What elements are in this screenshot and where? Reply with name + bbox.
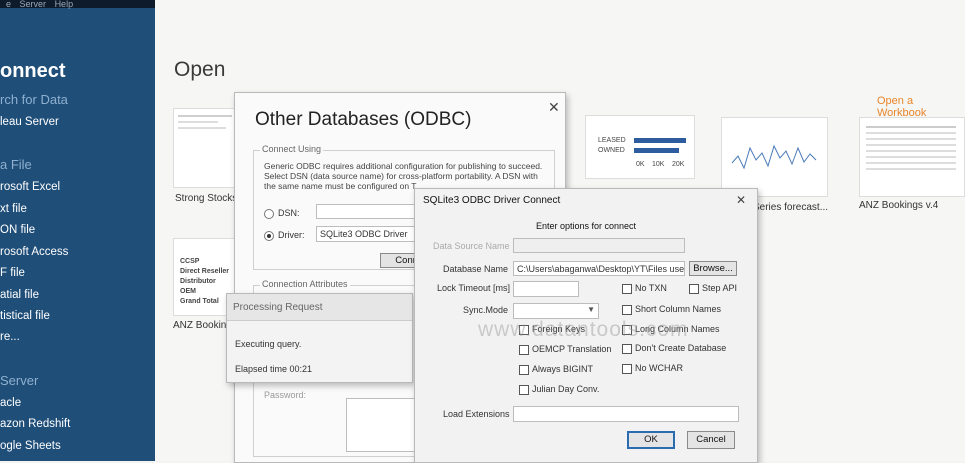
step-api-checkbox[interactable] — [689, 284, 699, 294]
anz-row: Grand Total — [180, 298, 219, 305]
dont-create-database-checkbox[interactable] — [622, 344, 632, 354]
sidebar-item-excel[interactable]: rosoft Excel — [0, 181, 60, 193]
thumbnail-label: ANZ Bookin — [173, 320, 227, 331]
bar-tick: 0K — [636, 161, 645, 168]
bar-label-owned: OWNED — [598, 147, 625, 154]
bar-leased — [634, 138, 686, 143]
dsn-label: DSN: — [278, 208, 300, 218]
julian-day-conv-checkbox[interactable] — [519, 385, 529, 395]
elapsed-time: Elapsed time 00:21 — [235, 364, 313, 374]
sidebar-item-redshift[interactable]: azon Redshift — [0, 418, 70, 430]
sidebar-item-spatial-file[interactable]: atial file — [0, 289, 39, 301]
foreign-keys-label: Foreign Keys — [532, 324, 586, 334]
data-source-name-label: Data Source Name — [433, 241, 510, 251]
processing-header: Processing Request — [227, 294, 412, 321]
database-name-field[interactable]: C:\Users\abaganwa\Desktop\YT\Files use — [513, 261, 685, 276]
menu-item-edit[interactable]: e — [6, 0, 11, 9]
dialog-title: Other Databases (ODBC) — [255, 109, 472, 130]
connect-sidebar: e Server Help onnect rch for Data leau S… — [0, 0, 155, 461]
sidebar-item-access[interactable]: rosoft Access — [0, 246, 68, 258]
sync-mode-select[interactable]: ▼ — [513, 303, 599, 319]
foreign-keys-checkbox[interactable] — [519, 325, 529, 335]
sidebar-title: onnect — [0, 60, 66, 82]
sidebar-item-pdf-file[interactable]: F file — [0, 267, 25, 279]
load-extensions-field[interactable] — [513, 406, 739, 422]
search-for-data-heading: rch for Data — [0, 92, 68, 107]
menu-item-help[interactable]: Help — [55, 0, 74, 9]
oemcp-translation-label: OEMCP Translation — [532, 344, 612, 354]
processing-title: Processing Request — [233, 302, 323, 313]
no-txn-checkbox[interactable] — [622, 284, 632, 294]
lock-timeout-label: Lock Timeout [ms] — [437, 283, 511, 293]
to-a-file-heading: a File — [0, 157, 32, 172]
dialog-title: SQLite3 ODBC Driver Connect — [423, 195, 561, 206]
dialog-subtitle: Enter options for connect — [535, 221, 637, 231]
bar-owned — [634, 148, 679, 153]
close-icon[interactable]: ✕ — [736, 193, 746, 207]
workbook-thumbnail-anz-bookings[interactable] — [859, 117, 965, 197]
sidebar-item-oracle[interactable]: acle — [0, 397, 21, 409]
bar-tick: 20K — [672, 161, 685, 168]
no-wchar-checkbox[interactable] — [622, 364, 632, 374]
browse-button[interactable]: Browse... — [689, 261, 737, 276]
workbook-thumbnail-strong-stocks[interactable] — [173, 108, 237, 188]
connection-attributes-label: Connection Attributes — [260, 279, 350, 289]
no-txn-label: No TXN — [635, 283, 667, 293]
driver-radio[interactable] — [264, 231, 274, 241]
workbook-thumbnail-bar-chart[interactable]: LEASED OWNED 0K 10K 20K — [585, 115, 695, 179]
thumbnail-label: Series forecast... — [753, 202, 829, 213]
sidebar-item-text-file[interactable]: xt file — [0, 203, 27, 215]
always-bigint-label: Always BIGINT — [532, 364, 594, 374]
sidebar-item-statistical-file[interactable]: tistical file — [0, 310, 50, 322]
chevron-down-icon: ▼ — [587, 305, 595, 314]
forecast-sparkline — [731, 144, 817, 170]
oemcp-translation-checkbox[interactable] — [519, 345, 529, 355]
bar-tick: 10K — [652, 161, 665, 168]
sync-mode-label: Sync.Mode — [463, 305, 509, 315]
menu-bar: e Server Help — [0, 0, 155, 9]
anz-row: OEM — [180, 288, 196, 295]
lock-timeout-field[interactable] — [513, 281, 579, 297]
dont-create-database-label: Don't Create Database — [635, 343, 727, 353]
database-name-label: Database Name — [443, 264, 509, 274]
odbc-description: Generic ODBC requires additional configu… — [264, 161, 543, 191]
thumbnail-label: Strong Stocks — [175, 193, 238, 204]
data-source-name-field — [513, 238, 685, 253]
anz-row: CCSP — [180, 258, 200, 265]
long-column-names-checkbox[interactable] — [622, 325, 632, 335]
sidebar-item-google-sheets[interactable]: ogle Sheets — [0, 440, 61, 452]
sidebar-item-tableau-server[interactable]: leau Server — [0, 116, 59, 128]
executing-status: Executing query. — [235, 339, 302, 349]
open-heading: Open — [174, 58, 226, 81]
thumbnail-label: ANZ Bookings v.4 — [859, 200, 939, 211]
step-api-label: Step API — [702, 283, 738, 293]
no-wchar-label: No WCHAR — [635, 363, 684, 373]
anz-row: Direct Reseller — [180, 268, 230, 275]
sidebar-item-more[interactable]: re... — [0, 331, 20, 343]
cancel-button[interactable]: Cancel — [687, 431, 735, 449]
processing-request-dialog: Processing Request Executing query. Elap… — [226, 293, 413, 383]
anz-row: Distributor — [180, 278, 216, 285]
julian-day-conv-label: Julian Day Conv. — [532, 384, 600, 394]
bar-label-leased: LEASED — [598, 137, 626, 144]
ok-button[interactable]: OK — [627, 431, 675, 449]
driver-label: Driver: — [278, 230, 305, 240]
connect-using-label: Connect Using — [260, 144, 324, 154]
dsn-radio[interactable] — [264, 209, 274, 219]
short-column-names-label: Short Column Names — [635, 304, 722, 314]
load-extensions-label: Load Extensions — [443, 409, 510, 419]
short-column-names-checkbox[interactable] — [622, 305, 632, 315]
close-icon[interactable]: ✕ — [548, 99, 560, 116]
long-column-names-label: Long Column Names — [635, 324, 720, 334]
open-workbook-link[interactable]: Open a Workbook — [877, 95, 965, 119]
sqlite-driver-connect-dialog: SQLite3 ODBC Driver Connect ✕ Enter opti… — [414, 188, 758, 463]
menu-item-server[interactable]: Server — [20, 0, 47, 9]
to-a-server-heading: Server — [0, 373, 39, 388]
password-label: Password: — [264, 390, 307, 400]
sidebar-item-json-file[interactable]: ON file — [0, 224, 35, 236]
workbook-thumbnail-series-forecast[interactable] — [721, 117, 828, 197]
always-bigint-checkbox[interactable] — [519, 365, 529, 375]
